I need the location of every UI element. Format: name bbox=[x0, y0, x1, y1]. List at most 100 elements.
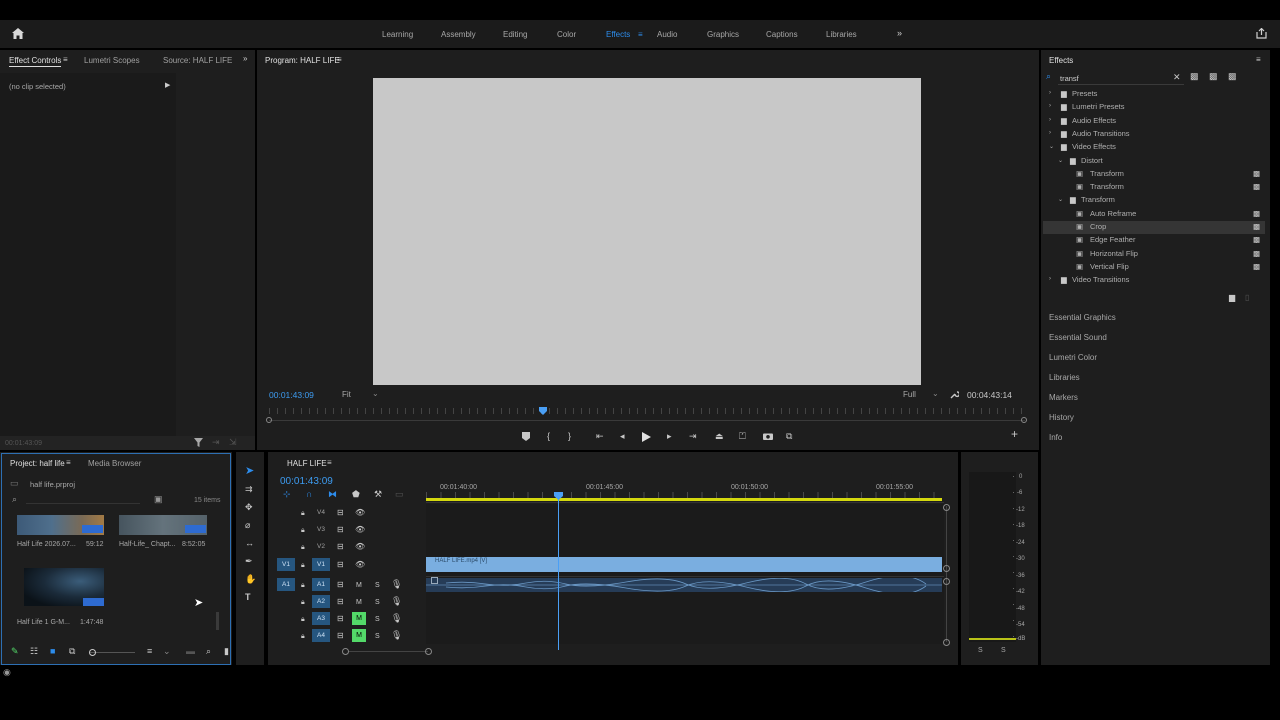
step-forward-icon[interactable]: ▸ bbox=[667, 432, 672, 441]
delete-icon[interactable]: ▯ bbox=[1245, 293, 1249, 302]
effects-tree-item[interactable]: › ▆ Audio Transitions bbox=[1043, 128, 1265, 141]
chevron-right-icon[interactable]: › bbox=[1049, 90, 1051, 96]
nest-icon[interactable]: ⊹ bbox=[283, 490, 291, 499]
workspace-captions[interactable]: Captions bbox=[766, 30, 798, 39]
yuv-effects-icon[interactable]: ▩ bbox=[1228, 72, 1237, 81]
automate-icon[interactable]: ▬ bbox=[186, 647, 195, 656]
track-label-a2[interactable]: A2 bbox=[312, 595, 330, 608]
mute-button-on[interactable]: M bbox=[352, 629, 366, 642]
lock-icon[interactable]: 🔒︎ bbox=[301, 598, 305, 607]
lock-icon[interactable]: 🔒︎ bbox=[301, 561, 305, 570]
microphone-icon[interactable]: 🎙︎ bbox=[391, 631, 402, 640]
section-essential-graphics[interactable]: Essential Graphics bbox=[1049, 313, 1116, 322]
sync-lock-icon[interactable]: ⊟ bbox=[337, 614, 344, 623]
filter-icon[interactable] bbox=[194, 438, 203, 449]
timeline-menu-icon[interactable]: ≡ bbox=[327, 458, 332, 467]
linked-selection-icon[interactable]: ⧓ bbox=[328, 490, 337, 499]
effects-tree-item[interactable]: ⌄ ▆ Video Effects bbox=[1043, 141, 1265, 154]
icon-view-icon[interactable]: ■ bbox=[50, 647, 55, 656]
clear-search-icon[interactable]: ✕ bbox=[1173, 73, 1181, 82]
effects-tree-item[interactable]: ▣ Transform ▩ bbox=[1043, 181, 1265, 194]
eye-icon[interactable]: 👁︎ bbox=[355, 542, 365, 551]
project-menu-icon[interactable]: ≡ bbox=[66, 458, 71, 467]
tab-program[interactable]: Program: HALF LIFE bbox=[265, 56, 340, 65]
button-editor-icon[interactable]: + bbox=[1011, 428, 1018, 440]
accelerated-effects-icon[interactable]: ▩ bbox=[1190, 72, 1199, 81]
sync-lock-icon[interactable]: ⊟ bbox=[337, 597, 344, 606]
track-label-a4[interactable]: A4 bbox=[312, 629, 330, 642]
expand-arrow-icon[interactable]: ▶ bbox=[165, 81, 170, 89]
workspace-audio[interactable]: Audio bbox=[657, 30, 677, 39]
workspace-assembly[interactable]: Assembly bbox=[441, 30, 476, 39]
chevron-right-icon[interactable]: › bbox=[1049, 103, 1051, 109]
effects-tree-item[interactable]: ▣ Edge Feather ▩ bbox=[1043, 234, 1265, 247]
go-to-in-icon[interactable]: ⇤ bbox=[596, 432, 604, 441]
mute-button-on[interactable]: M bbox=[352, 612, 366, 625]
search-icon[interactable]: ⌕ bbox=[1046, 72, 1051, 81]
extract-icon[interactable]: ⏍ bbox=[739, 432, 746, 441]
track-label-a1[interactable]: A1 bbox=[312, 578, 330, 591]
lift-icon[interactable]: ⏏ bbox=[715, 432, 724, 441]
playback-icon[interactable]: ⇥ bbox=[212, 438, 220, 447]
effects-tree-item[interactable]: ▣ Vertical Flip ▩ bbox=[1043, 261, 1265, 274]
add-marker-timeline-icon[interactable]: ⬟ bbox=[352, 490, 360, 499]
32bit-effects-icon[interactable]: ▩ bbox=[1209, 72, 1218, 81]
hscroll-handle[interactable] bbox=[425, 648, 432, 655]
program-playhead[interactable] bbox=[539, 407, 547, 415]
new-bin-icon[interactable]: ▆ bbox=[1229, 293, 1235, 302]
track-label-v3[interactable]: V3 bbox=[312, 523, 330, 536]
workspace-effects[interactable]: Effects bbox=[606, 30, 630, 39]
chevron-right-icon[interactable]: › bbox=[1049, 130, 1051, 136]
track-label-v2[interactable]: V2 bbox=[312, 540, 330, 553]
sync-lock-icon[interactable]: ⊟ bbox=[337, 580, 344, 589]
tab-project[interactable]: Project: half life bbox=[10, 459, 65, 468]
tab-lumetri-scopes[interactable]: Lumetri Scopes bbox=[84, 56, 140, 65]
zoom-slider[interactable] bbox=[90, 652, 135, 653]
effects-search-input[interactable]: transf bbox=[1060, 74, 1079, 83]
more-tabs-icon[interactable]: » bbox=[243, 54, 247, 63]
tab-timeline[interactable]: HALF LIFE bbox=[287, 459, 327, 468]
microphone-icon[interactable]: 🎙︎ bbox=[391, 580, 402, 589]
export-icon[interactable]: ⇲ bbox=[229, 438, 237, 447]
captions-icon[interactable]: ▭ bbox=[395, 490, 404, 499]
mute-icon[interactable]: M bbox=[356, 598, 362, 607]
microphone-icon[interactable]: 🎙︎ bbox=[391, 614, 402, 623]
pencil-icon[interactable]: ✎ bbox=[11, 647, 19, 656]
more-workspaces-icon[interactable]: » bbox=[897, 28, 902, 38]
lock-icon[interactable]: 🔒︎ bbox=[301, 632, 305, 641]
sync-lock-icon[interactable]: ⊟ bbox=[337, 542, 344, 551]
play-icon[interactable] bbox=[642, 432, 651, 444]
zoom-handle-left[interactable] bbox=[266, 417, 272, 423]
freeform-view-icon[interactable]: ⧉ bbox=[69, 647, 75, 656]
audio-clip[interactable] bbox=[426, 578, 942, 592]
effects-tree-item[interactable]: ▣ Transform ▩ bbox=[1043, 168, 1265, 181]
slip-tool-icon[interactable]: ↔ bbox=[245, 539, 254, 548]
lock-icon[interactable]: 🔒︎ bbox=[301, 509, 305, 518]
lock-icon[interactable]: 🔒︎ bbox=[301, 615, 305, 624]
program-menu-icon[interactable]: ≡ bbox=[337, 55, 342, 64]
workspace-graphics[interactable]: Graphics bbox=[707, 30, 739, 39]
workspace-menu-icon[interactable]: ≡ bbox=[638, 30, 643, 39]
zoom-bar[interactable] bbox=[269, 420, 1025, 421]
workspace-libraries[interactable]: Libraries bbox=[826, 30, 857, 39]
quality-dropdown[interactable]: Full bbox=[903, 390, 916, 399]
comparison-view-icon[interactable]: ⧉ bbox=[786, 432, 792, 441]
hscroll-handle[interactable] bbox=[342, 648, 349, 655]
effects-tree-item[interactable]: › ▆ Audio Effects bbox=[1043, 115, 1265, 128]
work-area-bar[interactable] bbox=[426, 498, 942, 501]
fit-chevron-icon[interactable]: ⌄ bbox=[372, 389, 379, 398]
sort-icon[interactable]: ≡ bbox=[147, 647, 152, 656]
fit-dropdown[interactable]: Fit bbox=[342, 390, 351, 399]
effects-tree-item[interactable]: ▣ Horizontal Flip ▩ bbox=[1043, 248, 1265, 261]
section-essential-sound[interactable]: Essential Sound bbox=[1049, 333, 1107, 342]
search-icon[interactable]: ⌕ bbox=[12, 495, 17, 504]
mute-icon[interactable]: M bbox=[356, 581, 362, 590]
eye-icon[interactable]: 👁︎ bbox=[355, 525, 365, 534]
project-search-input[interactable] bbox=[26, 503, 140, 504]
effects-tree-item[interactable]: ▣ Auto Reframe ▩ bbox=[1043, 208, 1265, 221]
panel-menu-icon[interactable]: ≡ bbox=[63, 55, 68, 64]
lock-icon[interactable]: 🔒︎ bbox=[301, 581, 305, 590]
solo-icon[interactable]: S bbox=[375, 632, 380, 641]
chevron-down-icon[interactable]: ⌄ bbox=[1058, 157, 1063, 164]
timeline-timecode[interactable]: 00:01:43:09 bbox=[280, 476, 333, 487]
